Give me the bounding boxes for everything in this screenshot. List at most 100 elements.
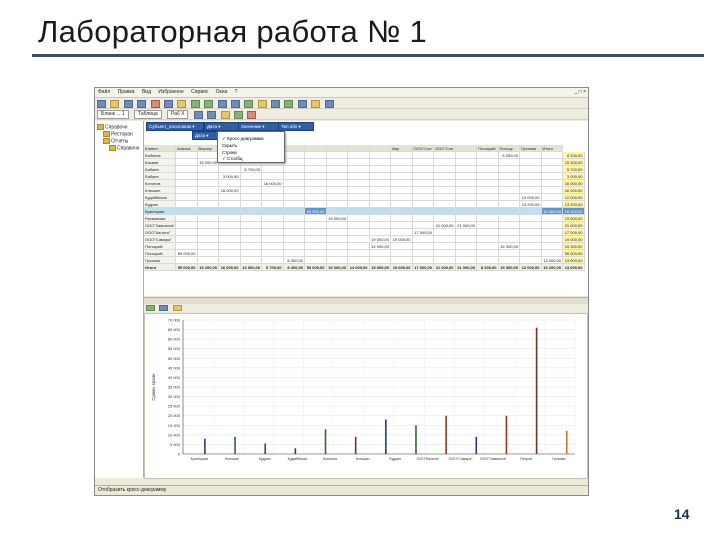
table-cell[interactable]: [477, 173, 499, 180]
table-cell[interactable]: [176, 222, 198, 229]
table-cell[interactable]: [176, 187, 198, 194]
table-cell[interactable]: [541, 236, 563, 243]
table-cell[interactable]: [219, 229, 241, 236]
table-cell[interactable]: 21 000,00: [563, 222, 585, 229]
table-cell[interactable]: [348, 187, 370, 194]
table-cell[interactable]: [305, 166, 327, 173]
table-cell[interactable]: [262, 194, 284, 201]
table-cell[interactable]: [219, 222, 241, 229]
table-cell[interactable]: [326, 194, 348, 201]
pivot-field-type[interactable]: Тип обл ▾: [278, 122, 314, 131]
table-cell[interactable]: [262, 236, 284, 243]
table-cell[interactable]: [240, 208, 262, 215]
table-cell[interactable]: [391, 222, 413, 229]
row-header[interactable]: ООО"Завьялов": [144, 222, 176, 229]
table-cell[interactable]: [219, 194, 241, 201]
table-cell[interactable]: [326, 159, 348, 166]
table-cell[interactable]: [434, 208, 456, 215]
table-cell[interactable]: [391, 250, 413, 257]
redo-icon[interactable]: [204, 100, 214, 108]
table-cell[interactable]: [348, 250, 370, 257]
help-icon[interactable]: [324, 100, 334, 108]
menu-edit[interactable]: Правка: [118, 89, 135, 96]
row-header[interactable]: Кудайбеков: [144, 194, 176, 201]
row-header[interactable]: Кузнецова: [144, 208, 176, 215]
table-cell[interactable]: [326, 222, 348, 229]
table-cell[interactable]: [455, 208, 477, 215]
table-cell[interactable]: [520, 173, 542, 180]
menu-favorites[interactable]: Избранное: [158, 89, 183, 96]
table-cell[interactable]: [412, 215, 434, 222]
table-cell[interactable]: [434, 215, 456, 222]
table-cell[interactable]: 13 200,00: [563, 201, 585, 208]
total-cell[interactable]: 14 000,00: [348, 264, 370, 271]
table-cell[interactable]: [434, 201, 456, 208]
table-cell[interactable]: [541, 201, 563, 208]
table-cell[interactable]: [326, 250, 348, 257]
print-icon[interactable]: [137, 100, 147, 108]
copy-icon[interactable]: [163, 100, 173, 108]
table-cell[interactable]: [412, 159, 434, 166]
table-cell[interactable]: [176, 159, 198, 166]
table-cell[interactable]: [477, 229, 499, 236]
table-cell[interactable]: [520, 250, 542, 257]
table-cell[interactable]: [498, 229, 520, 236]
table-cell[interactable]: [262, 166, 284, 173]
table-cell[interactable]: [283, 194, 305, 201]
table-cell[interactable]: [541, 215, 563, 222]
table-cell[interactable]: [541, 222, 563, 229]
table-cell[interactable]: [477, 215, 499, 222]
table-cell[interactable]: 17 000,00: [563, 229, 585, 236]
table-cell[interactable]: [197, 152, 219, 159]
table-cell[interactable]: [520, 243, 542, 250]
table-cell[interactable]: [541, 180, 563, 187]
cut-icon[interactable]: [150, 100, 160, 108]
column-header[interactable]: [369, 145, 391, 152]
column-header[interactable]: [305, 145, 327, 152]
table-cell[interactable]: [434, 187, 456, 194]
table-cell[interactable]: [477, 187, 499, 194]
star-icon[interactable]: [311, 100, 321, 108]
table-cell[interactable]: [283, 222, 305, 229]
table-cell[interactable]: [262, 201, 284, 208]
table-cell[interactable]: [283, 152, 305, 159]
table-cell[interactable]: [348, 236, 370, 243]
tab-table[interactable]: Таблица: [134, 110, 162, 119]
table-cell[interactable]: [434, 173, 456, 180]
table-cell[interactable]: [348, 215, 370, 222]
table-cell[interactable]: [283, 173, 305, 180]
table-cell[interactable]: [369, 166, 391, 173]
table-cell[interactable]: 12 000,00: [563, 194, 585, 201]
table-cell[interactable]: [455, 194, 477, 201]
table-cell[interactable]: [197, 187, 219, 194]
table-cell[interactable]: [498, 250, 520, 257]
table-cell[interactable]: [369, 222, 391, 229]
table-cell[interactable]: [197, 180, 219, 187]
filter-icon[interactable]: [257, 100, 267, 108]
table-cell[interactable]: [369, 159, 391, 166]
table-cell[interactable]: [348, 243, 370, 250]
row-header[interactable]: ООО"Самара": [144, 236, 176, 243]
table-cell[interactable]: [348, 208, 370, 215]
table-cell[interactable]: [498, 215, 520, 222]
table-cell[interactable]: [369, 229, 391, 236]
table-cell[interactable]: [348, 180, 370, 187]
table-cell[interactable]: [197, 229, 219, 236]
table-cell[interactable]: [369, 152, 391, 159]
table-cell[interactable]: [262, 215, 284, 222]
context-menu-item[interactable]: Скрыть: [222, 143, 237, 148]
table-cell[interactable]: [240, 180, 262, 187]
total-cell[interactable]: 13 000,00: [240, 264, 262, 271]
new-icon[interactable]: [97, 100, 106, 108]
table-cell[interactable]: [412, 152, 434, 159]
table-cell[interactable]: [412, 250, 434, 257]
table-cell[interactable]: 3 000,00: [563, 173, 585, 180]
table-cell[interactable]: 8 300,00: [283, 257, 305, 264]
row-header[interactable]: Бабаев: [144, 173, 176, 180]
tree-item-restaurant[interactable]: Ресторан: [103, 131, 133, 137]
table-cell[interactable]: [176, 152, 198, 159]
table-cell[interactable]: [434, 243, 456, 250]
table-cell[interactable]: [197, 215, 219, 222]
total-cell[interactable]: 5 700,00: [262, 264, 284, 271]
table-cell[interactable]: [541, 159, 563, 166]
